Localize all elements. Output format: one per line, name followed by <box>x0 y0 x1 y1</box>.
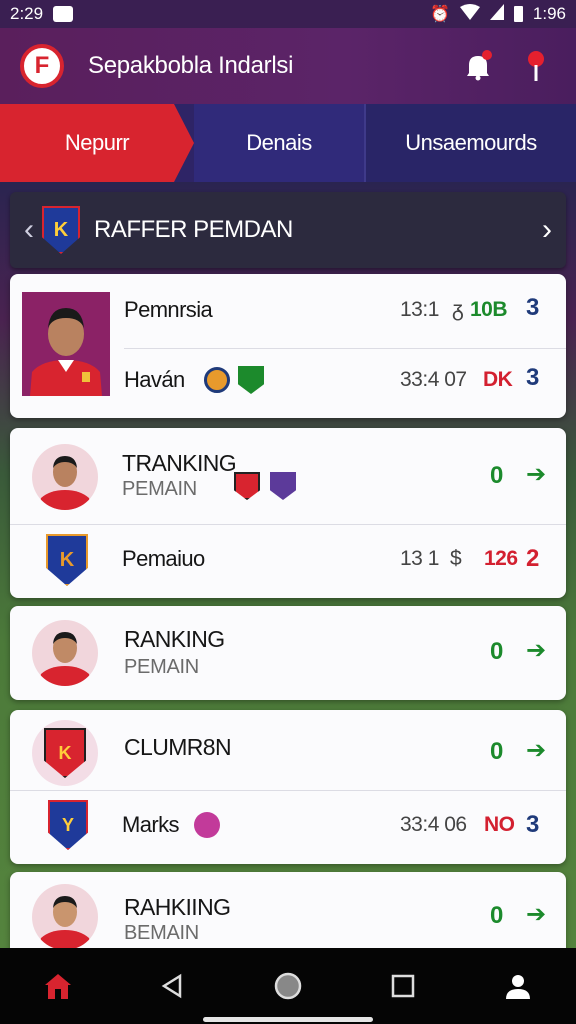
card-title: RAHKIING <box>124 894 231 920</box>
tab-unsaemourds[interactable]: Unsaemourds <box>364 104 576 182</box>
arrow-right-icon[interactable]: ➔ <box>526 636 546 665</box>
tab-nepurr[interactable]: Nepurr <box>0 104 194 182</box>
arrow-right-icon[interactable]: ➔ <box>526 460 546 489</box>
alarm-icon: ⏰ <box>429 6 450 23</box>
shield-icon <box>238 366 264 394</box>
player-stat: 33:4 06 <box>400 813 467 836</box>
chevron-left-icon[interactable]: ‹ <box>24 213 34 247</box>
overview-button[interactable] <box>373 961 433 1011</box>
club-crest-icon <box>234 472 260 500</box>
player-name: Pemnrsia <box>124 297 213 322</box>
ranking-card[interactable]: TRANKING PEMAIN 0 ➔ K Pemaiuo 13 1 $ 126… <box>10 428 566 598</box>
cast-icon <box>53 6 74 22</box>
chevron-right-icon[interactable]: › <box>542 213 552 247</box>
club-crest-icon: Y <box>48 800 88 850</box>
player-value: 10B <box>470 298 508 321</box>
profile-button[interactable] <box>488 961 548 1011</box>
section-header: ‹ K RAFFER PEMDAN › <box>10 192 566 268</box>
bottom-nav <box>0 948 576 1024</box>
rank-badge: 0 <box>490 738 504 765</box>
ball-icon <box>194 812 220 838</box>
crest-icon: K <box>42 206 80 254</box>
player-stat-symbol: ᵹ <box>452 298 464 321</box>
back-icon <box>161 973 182 999</box>
location-button[interactable] <box>516 46 556 86</box>
player-row: Pemnrsia 13:1 ᵹ 10B 3 <box>10 292 566 328</box>
status-time: 2:29 <box>10 4 44 23</box>
ranking-card[interactable]: RANKING PEMAIN 0 ➔ <box>10 606 566 700</box>
club-crest-icon <box>270 472 296 500</box>
section-title: RAFFER PEMDAN <box>94 216 293 243</box>
home-icon <box>44 974 71 999</box>
tab-denais[interactable]: Denais <box>194 104 364 182</box>
card-subtitle: PEMAIN <box>122 478 197 500</box>
player-value: DK <box>483 368 513 391</box>
card-subtitle: PEMAIN <box>124 656 199 678</box>
divider <box>10 524 566 525</box>
rank-badge: 0 <box>490 638 504 665</box>
app-header: F Sepakbobla Indarlsi <box>0 28 576 104</box>
battery-icon <box>513 6 523 22</box>
player-avatar <box>32 884 98 950</box>
player-stat: 33:4 07 <box>400 368 467 391</box>
notifications-button[interactable] <box>458 46 498 86</box>
player-row: Haván 33:4 07 DK 3 <box>10 362 566 398</box>
player-stat-symbol: $ <box>450 547 462 570</box>
club-card[interactable]: K CLUMR8N 0 ➔ Y Marks 33:4 06 NO 3 <box>10 710 566 864</box>
arrow-right-icon[interactable]: ➔ <box>526 900 546 929</box>
battery-time: 1:96 <box>532 4 566 23</box>
player-avatar <box>32 620 98 686</box>
player-name: Pemaiuo <box>122 546 205 571</box>
circle-home-icon <box>274 972 302 1000</box>
gesture-bar[interactable] <box>203 1017 373 1022</box>
tab-bar: Nepurr Denais Unsaemourds <box>0 104 576 182</box>
logo-letter: F <box>34 52 50 79</box>
player-avatar <box>32 444 98 510</box>
signal-icon <box>489 3 504 25</box>
club-badge-icon <box>204 367 230 393</box>
player-card-top[interactable]: Pemnrsia 13:1 ᵹ 10B 3 Haván 33:4 07 DK 3 <box>10 274 566 418</box>
player-stat: 13:1 <box>400 298 439 321</box>
player-value: NO <box>484 813 515 836</box>
divider <box>10 790 566 791</box>
recents-home-button[interactable] <box>258 961 318 1011</box>
club-crest-icon: K <box>46 534 88 586</box>
back-button[interactable] <box>143 961 203 1011</box>
arrow-right-icon[interactable]: ➔ <box>526 736 546 765</box>
pin-icon <box>528 51 544 81</box>
card-title: RANKING <box>124 626 225 652</box>
wifi-icon <box>459 3 480 25</box>
player-name: Haván <box>124 367 185 392</box>
person-icon <box>506 975 531 999</box>
player-rank: 3 <box>526 811 540 838</box>
player-rank: 3 <box>526 364 540 391</box>
card-title: CLUMR8N <box>124 734 232 760</box>
player-name: Marks <box>122 812 179 837</box>
rank-badge: 0 <box>490 902 504 929</box>
player-stat: 13 1 <box>400 547 439 570</box>
divider <box>124 348 566 349</box>
rank-badge: 0 <box>490 462 504 489</box>
card-title: TRANKING <box>122 450 237 476</box>
notification-dot <box>482 50 492 60</box>
home-button[interactable] <box>28 961 88 1011</box>
player-rank: 3 <box>526 294 540 321</box>
club-avatar: K <box>32 720 98 786</box>
player-rank: 2 <box>526 545 540 572</box>
status-bar: 2:29 ⏰ 1:96 <box>0 0 576 28</box>
player-value: 126 <box>484 547 518 570</box>
card-subtitle: BEMAIN <box>124 922 199 944</box>
club-logo[interactable]: F <box>20 44 64 88</box>
app-title: Sepakbobla Indarlsi <box>88 52 294 79</box>
square-icon <box>391 974 415 998</box>
